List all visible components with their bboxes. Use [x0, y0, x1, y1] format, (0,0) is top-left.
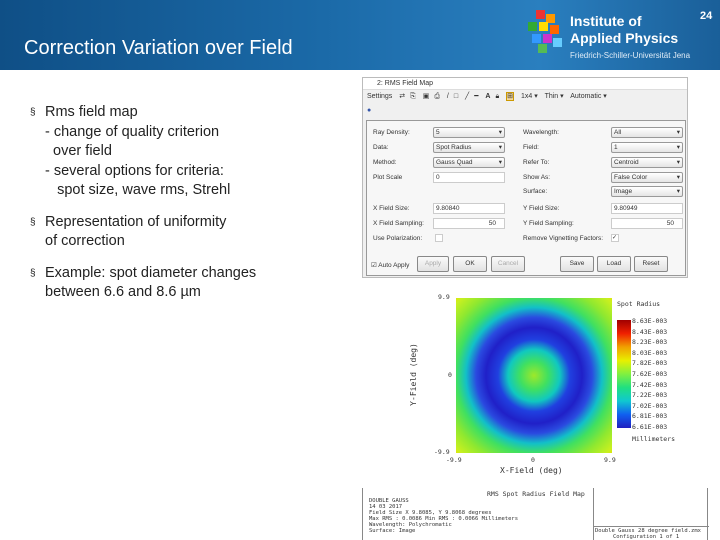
thick-line-icon[interactable]: ━: [474, 93, 478, 100]
line-icon[interactable]: ╱: [465, 93, 469, 100]
colorbar-tick-label: 6.81E-003: [632, 412, 668, 421]
rectangle-icon[interactable]: □: [454, 93, 458, 100]
layout-button[interactable]: 1x4 ▾: [521, 93, 538, 100]
label: Wavelength:: [523, 129, 559, 136]
fit-icon[interactable]: ⊞: [506, 92, 515, 101]
y-tick: 0: [448, 371, 452, 379]
colorbar-tick-label: 7.42E-003: [632, 380, 668, 389]
rms-field-map-window: 2: RMS Field Map Settings ⇄ ⎘ ▣ ⎙ / □ ╱ ━ A 🔒…: [362, 77, 688, 278]
x-tick: 9.9: [604, 456, 616, 464]
label: Data:: [373, 144, 389, 151]
x-field-size-input[interactable]: 9.80840: [433, 203, 505, 214]
pencil-icon[interactable]: /: [447, 93, 449, 100]
units-label: Millimeters: [632, 435, 676, 443]
bullet-list: § Rms field map - change of quality crite…: [30, 103, 256, 315]
cancel-button[interactable]: Cancel: [491, 256, 525, 272]
save-button[interactable]: Save: [560, 256, 594, 272]
ok-button[interactable]: OK: [453, 256, 487, 272]
bullet-item: § Rms field map - change of quality crite…: [30, 104, 231, 198]
label: X Field Sampling:: [373, 220, 424, 227]
show-as-select[interactable]: False Color: [611, 172, 683, 183]
reset-button[interactable]: Reset: [634, 256, 668, 272]
surface-select[interactable]: Image: [611, 186, 683, 197]
colorbar-tick-label: 8.23E-003: [632, 338, 668, 347]
x-tick: -9.9: [446, 456, 462, 464]
colorbar-tick-label: 7.82E-003: [632, 359, 668, 368]
y-axis-label: Y-Field (deg): [408, 343, 418, 406]
help-icon[interactable]: ●: [363, 104, 687, 118]
settings-panel: Ray Density: 5 Data: Spot Radius Method:…: [366, 120, 686, 276]
field-select[interactable]: 1: [611, 142, 683, 153]
label: Y Field Size:: [523, 205, 560, 212]
legend-title: Spot Radius: [617, 300, 661, 308]
auto-apply-checkbox[interactable]: ☑ Auto Apply: [371, 261, 409, 269]
label: Surface:: [523, 188, 548, 195]
x-tick: 0: [531, 456, 535, 464]
y-tick: 9.9: [438, 293, 450, 301]
colorbar-tick-label: 8.43E-003: [632, 327, 668, 336]
colorbar: [617, 320, 631, 428]
colorbar-tick-label: 6.61E-003: [632, 423, 668, 431]
copy-icon[interactable]: ⎘: [410, 93, 416, 100]
colorbar-tick-label: 7.62E-003: [632, 370, 668, 378]
lock-icon[interactable]: 🔒︎: [495, 93, 499, 100]
slide-title: Correction Variation over Field: [24, 37, 293, 59]
y-tick: -9.9: [434, 448, 450, 456]
settings-button[interactable]: Settings: [367, 93, 392, 100]
label: Remove Vignetting Factors:: [523, 235, 604, 242]
plot-scale-input[interactable]: 0: [433, 172, 505, 183]
footer-title: RMS Spot Radius Field Map: [487, 490, 585, 498]
label: X Field Size:: [373, 205, 410, 212]
configuration-label: Configuration 1 of 1: [613, 534, 680, 540]
spot-radius-color-map: [456, 298, 612, 453]
linewidth-dropdown[interactable]: Thin ▾: [545, 93, 564, 100]
bullet-item: § Representation of uniformity of correct…: [30, 213, 227, 250]
label: Show As:: [523, 174, 551, 181]
load-button[interactable]: Load: [597, 256, 631, 272]
institute-logo: [526, 10, 564, 53]
slide-header: Correction Variation over Field Institut…: [0, 0, 720, 70]
colorbar-tick-label: 7.22E-003: [632, 391, 668, 400]
print-icon[interactable]: ⎙: [434, 93, 440, 100]
toolbar: Settings ⇄ ⎘ ▣ ⎙ / □ ╱ ━ A 🔒︎ ⊞ 1x4 ▾ Thin ▾ …: [363, 90, 687, 104]
save-icon[interactable]: ▣: [423, 93, 430, 100]
label: Use Polarization:: [373, 235, 423, 242]
institute-name: Institute of Applied Physics: [570, 13, 679, 46]
colorbar-tick-label: 8.03E-003: [632, 348, 668, 357]
label: Plot Scale: [373, 174, 403, 181]
apply-button[interactable]: Apply: [417, 256, 449, 272]
colorbar-tick-label: 7.02E-003: [632, 401, 668, 410]
method-select[interactable]: Gauss Quad: [433, 157, 505, 168]
refer-to-select[interactable]: Centroid: [611, 157, 683, 168]
label: Y Field Sampling:: [523, 220, 574, 227]
y-field-sampling-stepper[interactable]: 50: [611, 218, 683, 229]
bullet-item: § Example: spot diameter changes between …: [30, 264, 257, 301]
scale-dropdown[interactable]: Automatic ▾: [570, 93, 607, 100]
window-title: 2: RMS Field Map: [363, 78, 687, 90]
use-polarization-checkbox[interactable]: [435, 234, 443, 242]
data-select[interactable]: Spot Radius: [433, 142, 505, 153]
university-name: Friedrich-Schiller-Universität Jena: [570, 51, 691, 60]
field-map-plot: 9.9 0 -9.9 -9.9 0 9.9 X-Field (deg) Y-Fi…: [362, 280, 710, 540]
remove-vignetting-checkbox[interactable]: ✓: [611, 234, 619, 242]
text-icon[interactable]: A: [485, 93, 490, 100]
refresh-icon[interactable]: ⇄: [399, 93, 405, 100]
label: Field:: [523, 144, 539, 151]
ray-density-select[interactable]: 5: [433, 127, 505, 138]
label: Ray Density:: [373, 129, 410, 136]
plot-footer: RMS Spot Radius Field Map DOUBLE GAUSS 14…: [362, 488, 709, 540]
x-field-sampling-stepper[interactable]: 50: [433, 218, 505, 229]
x-axis-label: X-Field (deg): [500, 466, 563, 475]
label: Method:: [373, 159, 397, 166]
label: Refer To:: [523, 159, 550, 166]
page-number: 24: [700, 10, 713, 22]
y-field-size-input[interactable]: 9.80949: [611, 203, 683, 214]
footer-info: DOUBLE GAUSS 14 03 2017 Field Size X 9.808…: [369, 498, 519, 534]
colorbar-tick-label: 8.63E-003: [632, 317, 668, 325]
wavelength-select[interactable]: All: [611, 127, 683, 138]
